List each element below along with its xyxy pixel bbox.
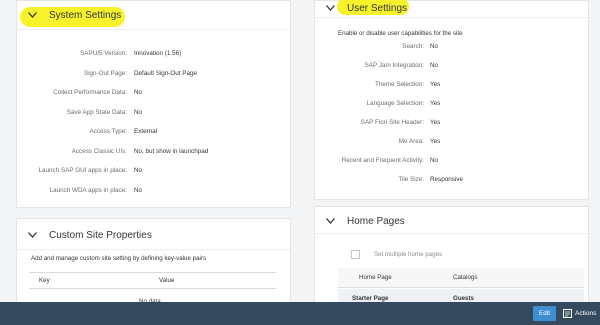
footer-toolbar: Edit Actions bbox=[0, 302, 600, 325]
catalogs-cell: Guests bbox=[453, 295, 474, 302]
setting-label: Me Area: bbox=[398, 138, 424, 145]
setting-value: No bbox=[134, 186, 143, 194]
launchpad-settings-page: { "system_settings": { "title": "System … bbox=[0, 0, 600, 325]
setting-row: Tile Size: Responsive bbox=[0, 174, 600, 186]
edit-button[interactable]: Edit bbox=[533, 306, 556, 321]
actions-icon bbox=[563, 309, 572, 318]
setting-label: Search: bbox=[402, 43, 424, 50]
setting-label: SAP Jam Integration: bbox=[364, 62, 424, 69]
chevron-down-icon[interactable] bbox=[25, 8, 39, 22]
custom-site-properties-intro: Add and manage custom site setting by de… bbox=[31, 255, 207, 262]
setting-row: Search: No bbox=[0, 41, 600, 53]
custom-site-properties-title: Custom Site Properties bbox=[49, 229, 152, 241]
setting-value: No bbox=[430, 43, 439, 50]
home-pages-header[interactable]: Home Pages bbox=[315, 207, 588, 235]
column-header-catalogs: Catalogs bbox=[453, 274, 478, 281]
column-header-value: Value bbox=[159, 277, 175, 284]
home-pages-panel: Home Pages Set multiple home pages Home … bbox=[314, 206, 589, 308]
custom-site-properties-panel: Custom Site Properties Add and manage cu… bbox=[16, 218, 291, 308]
multiple-home-pages-label: Set multiple home pages bbox=[374, 251, 443, 258]
setting-label: SAP Fiori Site Header: bbox=[360, 119, 424, 126]
setting-value: Yes bbox=[430, 100, 441, 107]
divider bbox=[315, 233, 588, 234]
user-settings-intro: Enable or disable user capabilities for … bbox=[338, 30, 463, 37]
setting-row: SAP Jam Integration: No bbox=[0, 60, 600, 72]
setting-row: Language Selection: Yes bbox=[0, 98, 600, 110]
setting-label: Language Selection: bbox=[366, 100, 424, 107]
setting-label: Tile Size: bbox=[398, 176, 424, 183]
setting-value: Yes bbox=[430, 81, 441, 88]
divider bbox=[315, 17, 588, 18]
setting-row: Theme Selection: Yes bbox=[0, 79, 600, 91]
actions-button[interactable]: Actions bbox=[563, 305, 596, 322]
setting-label: Theme Selection: bbox=[374, 81, 424, 88]
system-settings-title: System Settings bbox=[49, 9, 122, 21]
setting-value: Yes bbox=[430, 138, 441, 145]
home-pages-table-header: Home Page Catalogs bbox=[338, 268, 584, 288]
column-header-key: Key bbox=[39, 277, 50, 284]
setting-row: Me Area: Yes bbox=[0, 136, 600, 148]
custom-site-properties-header[interactable]: Custom Site Properties bbox=[17, 221, 290, 249]
home-page-cell: Starter Page bbox=[352, 295, 389, 302]
chevron-down-icon[interactable] bbox=[323, 214, 337, 228]
setting-value: No bbox=[430, 62, 439, 69]
divider bbox=[17, 29, 290, 30]
setting-label: Launch WDA apps in place: bbox=[49, 186, 127, 194]
actions-label: Actions bbox=[575, 310, 597, 317]
setting-value: Responsive bbox=[430, 176, 463, 183]
custom-properties-table-header: Key Value bbox=[29, 272, 276, 289]
column-header-home-page: Home Page bbox=[359, 274, 392, 281]
chevron-down-icon[interactable] bbox=[25, 228, 39, 242]
multiple-home-pages-checkbox[interactable] bbox=[351, 250, 360, 259]
setting-value: Yes bbox=[430, 119, 441, 126]
chevron-down-icon[interactable] bbox=[323, 1, 337, 15]
system-settings-header[interactable]: System Settings bbox=[17, 1, 290, 29]
divider bbox=[17, 249, 290, 250]
setting-value: No bbox=[430, 157, 439, 164]
home-pages-title: Home Pages bbox=[347, 215, 405, 227]
setting-row: Recent and Frequent Activity: No bbox=[0, 155, 600, 167]
setting-label: Recent and Frequent Activity: bbox=[341, 157, 424, 164]
user-settings-header[interactable]: User Settings bbox=[315, 0, 588, 15]
user-settings-title: User Settings bbox=[347, 2, 408, 14]
setting-row: SAP Fiori Site Header: Yes bbox=[0, 117, 600, 129]
